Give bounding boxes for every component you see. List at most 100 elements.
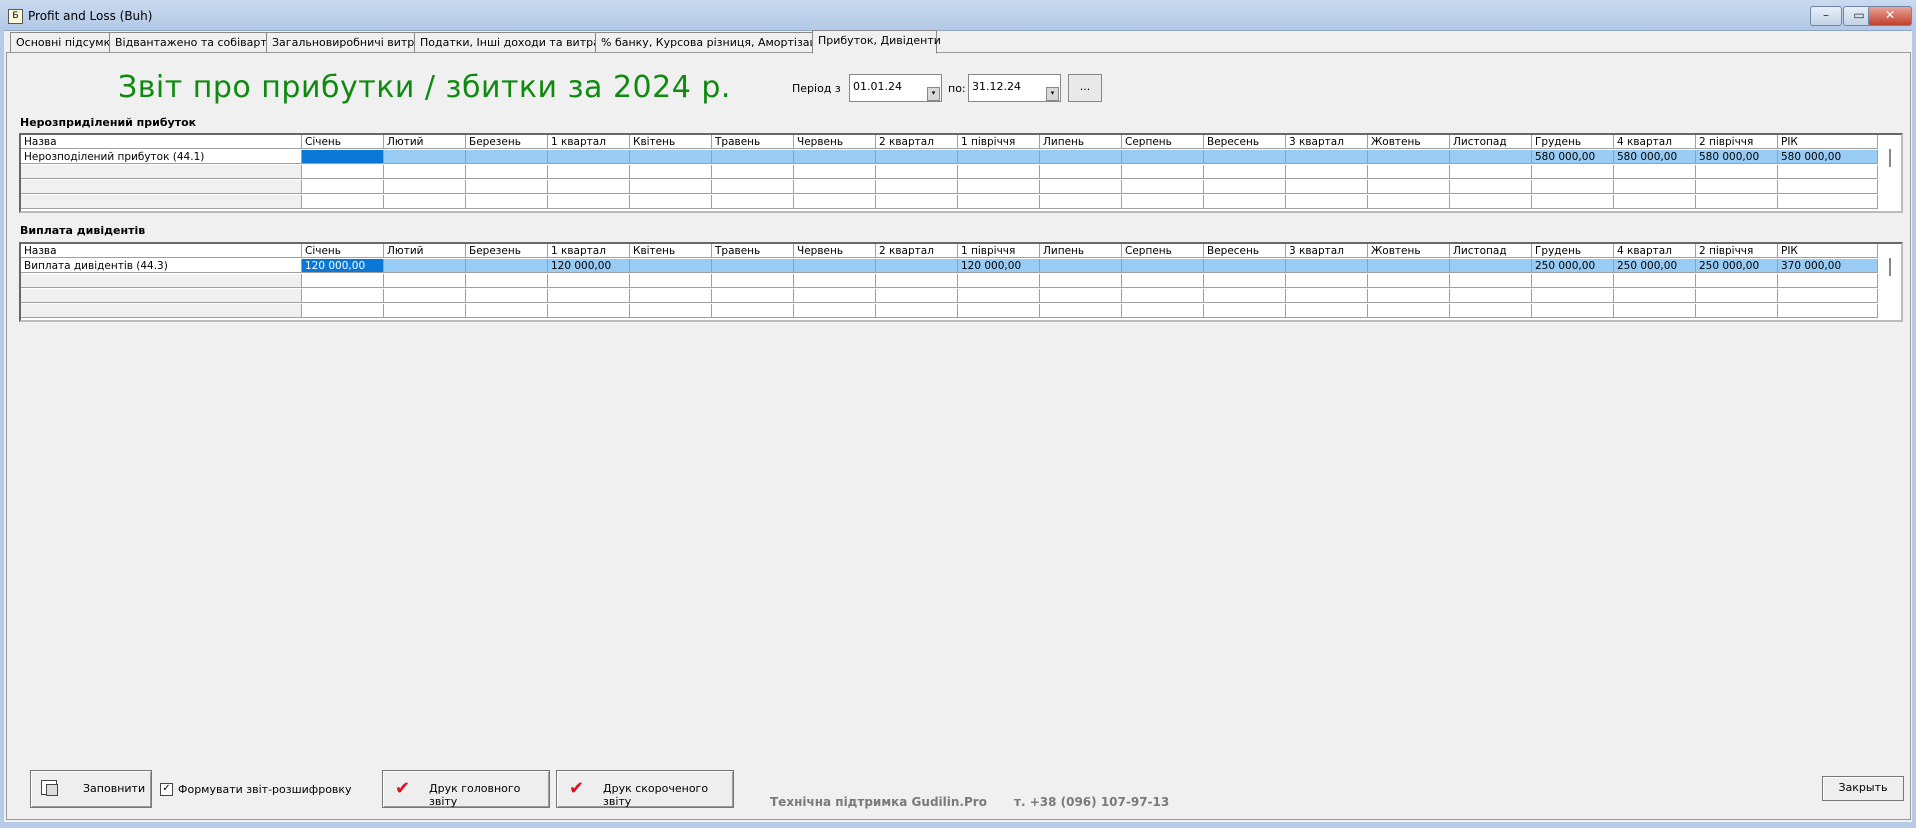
empty-cell[interactable] bbox=[794, 289, 876, 303]
grid-scroll-indicator[interactable] bbox=[1889, 258, 1891, 276]
column-header[interactable]: Січень bbox=[302, 135, 384, 149]
empty-cell[interactable] bbox=[1778, 304, 1878, 318]
empty-name-cell[interactable] bbox=[21, 195, 302, 209]
empty-cell[interactable] bbox=[1040, 289, 1122, 303]
empty-cell[interactable] bbox=[384, 304, 466, 318]
value-cell[interactable] bbox=[876, 259, 958, 273]
empty-cell[interactable] bbox=[548, 195, 630, 209]
empty-cell[interactable] bbox=[712, 165, 794, 179]
empty-cell[interactable] bbox=[466, 180, 548, 194]
value-cell[interactable] bbox=[876, 150, 958, 164]
tab-profit-dividends[interactable]: Прибуток, Дивіденти bbox=[812, 30, 941, 54]
empty-cell[interactable] bbox=[794, 180, 876, 194]
empty-cell[interactable] bbox=[1614, 165, 1696, 179]
empty-cell[interactable] bbox=[302, 274, 384, 288]
column-header[interactable]: Жовтень bbox=[1368, 135, 1450, 149]
empty-cell[interactable] bbox=[1778, 180, 1878, 194]
empty-cell[interactable] bbox=[1450, 195, 1532, 209]
column-header[interactable]: 3 квартал bbox=[1286, 244, 1368, 258]
column-header[interactable]: 1 півріччя bbox=[958, 244, 1040, 258]
empty-cell[interactable] bbox=[712, 180, 794, 194]
value-cell[interactable] bbox=[630, 259, 712, 273]
empty-cell[interactable] bbox=[1778, 274, 1878, 288]
empty-cell[interactable] bbox=[630, 180, 712, 194]
empty-cell[interactable] bbox=[794, 195, 876, 209]
empty-cell[interactable] bbox=[712, 195, 794, 209]
value-cell[interactable]: 580 000,00 bbox=[1532, 150, 1614, 164]
print-short-button[interactable]: ✔ Друк скороченого звіту bbox=[556, 770, 734, 808]
close-icon[interactable]: ✕ bbox=[1868, 6, 1912, 26]
empty-cell[interactable] bbox=[630, 289, 712, 303]
empty-cell[interactable] bbox=[630, 304, 712, 318]
value-cell[interactable]: 580 000,00 bbox=[1614, 150, 1696, 164]
empty-cell[interactable] bbox=[384, 195, 466, 209]
empty-cell[interactable] bbox=[466, 195, 548, 209]
value-cell[interactable] bbox=[466, 259, 548, 273]
value-cell[interactable] bbox=[1286, 259, 1368, 273]
empty-name-cell[interactable] bbox=[21, 274, 302, 288]
value-cell[interactable] bbox=[302, 150, 384, 164]
empty-name-cell[interactable] bbox=[21, 165, 302, 179]
empty-cell[interactable] bbox=[1286, 195, 1368, 209]
column-header[interactable]: Грудень bbox=[1532, 135, 1614, 149]
empty-cell[interactable] bbox=[1040, 180, 1122, 194]
empty-cell[interactable] bbox=[384, 289, 466, 303]
empty-cell[interactable] bbox=[958, 180, 1040, 194]
empty-cell[interactable] bbox=[1122, 195, 1204, 209]
empty-cell[interactable] bbox=[302, 195, 384, 209]
empty-cell[interactable] bbox=[1696, 195, 1778, 209]
tab-bank[interactable]: % банку, Курсова різниця, Амортізація bbox=[595, 32, 827, 52]
tab-overhead[interactable]: Загальновиробничі витрати bbox=[266, 32, 435, 52]
empty-cell[interactable] bbox=[384, 165, 466, 179]
value-cell[interactable]: 250 000,00 bbox=[1614, 259, 1696, 273]
value-cell[interactable]: 370 000,00 bbox=[1778, 259, 1878, 273]
empty-cell[interactable] bbox=[1778, 289, 1878, 303]
value-cell[interactable] bbox=[384, 259, 466, 273]
empty-cell[interactable] bbox=[1122, 304, 1204, 318]
empty-cell[interactable] bbox=[1696, 274, 1778, 288]
column-header[interactable]: Назва bbox=[21, 244, 302, 258]
empty-cell[interactable] bbox=[1532, 289, 1614, 303]
decode-report-checkbox[interactable]: ✓ bbox=[160, 783, 173, 796]
value-cell[interactable] bbox=[712, 150, 794, 164]
empty-cell[interactable] bbox=[1204, 165, 1286, 179]
empty-cell[interactable] bbox=[794, 165, 876, 179]
value-cell[interactable] bbox=[1204, 259, 1286, 273]
column-header[interactable]: РІК bbox=[1778, 135, 1878, 149]
value-cell[interactable] bbox=[794, 259, 876, 273]
column-header[interactable]: 1 квартал bbox=[548, 135, 630, 149]
empty-cell[interactable] bbox=[1368, 274, 1450, 288]
empty-cell[interactable] bbox=[1778, 165, 1878, 179]
empty-cell[interactable] bbox=[1614, 274, 1696, 288]
column-header[interactable]: Вересень bbox=[1204, 244, 1286, 258]
empty-cell[interactable] bbox=[1368, 289, 1450, 303]
column-header[interactable]: Жовтень bbox=[1368, 244, 1450, 258]
value-cell[interactable] bbox=[1286, 150, 1368, 164]
value-cell[interactable] bbox=[1368, 259, 1450, 273]
empty-cell[interactable] bbox=[876, 289, 958, 303]
column-header[interactable]: 2 півріччя bbox=[1696, 135, 1778, 149]
column-header[interactable]: Назва bbox=[21, 135, 302, 149]
value-cell[interactable] bbox=[1040, 150, 1122, 164]
empty-cell[interactable] bbox=[302, 165, 384, 179]
tab-shipped-cost[interactable]: Відвантажено та собівартість bbox=[109, 32, 289, 52]
empty-cell[interactable] bbox=[548, 304, 630, 318]
empty-cell[interactable] bbox=[1040, 195, 1122, 209]
empty-cell[interactable] bbox=[794, 274, 876, 288]
column-header[interactable]: Червень bbox=[794, 135, 876, 149]
value-cell[interactable]: 580 000,00 bbox=[1778, 150, 1878, 164]
empty-cell[interactable] bbox=[1778, 195, 1878, 209]
period-from-field[interactable]: 01.01.24 ▾ bbox=[849, 74, 942, 102]
empty-cell[interactable] bbox=[1532, 304, 1614, 318]
value-cell[interactable] bbox=[1122, 259, 1204, 273]
empty-cell[interactable] bbox=[1286, 304, 1368, 318]
empty-cell[interactable] bbox=[1450, 304, 1532, 318]
empty-cell[interactable] bbox=[958, 165, 1040, 179]
column-header[interactable]: Серпень bbox=[1122, 135, 1204, 149]
empty-cell[interactable] bbox=[548, 180, 630, 194]
empty-cell[interactable] bbox=[466, 304, 548, 318]
value-cell[interactable] bbox=[1122, 150, 1204, 164]
empty-cell[interactable] bbox=[302, 180, 384, 194]
empty-cell[interactable] bbox=[302, 289, 384, 303]
tab-taxes[interactable]: Податки, Інші доходи та витрати bbox=[414, 32, 613, 52]
